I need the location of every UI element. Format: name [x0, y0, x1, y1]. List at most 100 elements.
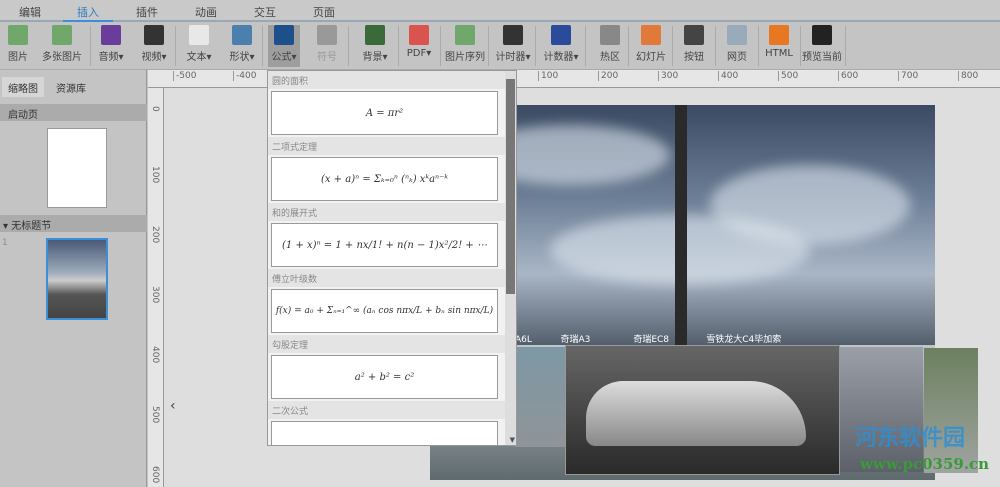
palm-background-icon: [365, 25, 385, 45]
divider: [440, 26, 441, 66]
divider: [585, 26, 586, 66]
ribbon-button-8[interactable]: 背景▾: [360, 25, 390, 67]
caption-ec8[interactable]: 奇瑞EC8: [633, 335, 669, 345]
ribbon-button-6[interactable]: 公式▾: [268, 25, 300, 67]
left-panel: 缩略图 资源库 启动页 ▾ 无标题节 1: [0, 70, 147, 487]
tab-page[interactable]: 页面: [299, 4, 349, 20]
ribbon-button-label: HTML: [765, 48, 793, 59]
image-sequence-icon: [455, 25, 475, 45]
ribbon-button-label: 热区: [600, 52, 620, 63]
ruler-label: 200: [598, 71, 618, 81]
ruler-label: 200: [150, 226, 160, 244]
ribbon-button-10[interactable]: 图片序列: [444, 25, 486, 67]
formula-category: 和的展开式: [268, 203, 516, 221]
ribbon-button-label: 按钮: [684, 52, 704, 63]
formula-item[interactable]: (1 + x)ⁿ = 1 + nx/1! + n(n − 1)x²/2! + ⋯: [271, 223, 498, 267]
ribbon-button-label: 多张图片: [42, 52, 82, 63]
tab-thumbnails[interactable]: 缩略图: [2, 77, 44, 97]
ribbon-toolbar: 图片 多张图片 音频▾ 视频▾ 文本▾ 形状▾ 公式▾ 符号 背景▾ PDF▾ 图片序列 计时器▾ 计数…: [0, 22, 1000, 70]
ribbon-button-7[interactable]: 符号: [312, 25, 342, 67]
section-header[interactable]: ▾ 无标题节: [0, 215, 147, 232]
divider: [348, 26, 349, 66]
formula-category: 勾股定理: [268, 335, 516, 353]
car-slide-right[interactable]: [838, 347, 923, 472]
ribbon-button-3[interactable]: 视频▾: [138, 25, 170, 67]
touch-icon: [600, 25, 620, 45]
ribbon-button-2[interactable]: 音频▾: [96, 25, 126, 67]
divider: [672, 26, 673, 66]
ribbon-button-15[interactable]: 按钮: [680, 25, 708, 67]
tab-animation[interactable]: 动画: [181, 4, 231, 20]
page-1-thumbnail[interactable]: [46, 238, 108, 320]
ribbon-button-1[interactable]: 多张图片: [42, 25, 82, 67]
scroll-down-arrow-icon[interactable]: ▼: [510, 436, 515, 444]
formula-dropdown: 圆的面积 A = πr² 二项式定理 (x + a)ⁿ = Σₖ₌₀ⁿ (ⁿₖ) xᵏ…: [267, 70, 517, 446]
music-note-icon: [101, 25, 121, 45]
divider: [628, 26, 629, 66]
html5-icon: [769, 25, 789, 45]
watermark-logo: 河东软件园: [855, 426, 966, 451]
tab-insert[interactable]: 插入: [63, 4, 113, 22]
multi-image-icon: [52, 25, 72, 45]
ribbon-button-label: 图片序列: [445, 52, 485, 63]
ribbon-button-label: 预览当前: [802, 52, 842, 63]
formula-item[interactable]: (x + a)ⁿ = Σₖ₌₀ⁿ (ⁿₖ) xᵏaⁿ⁻ᵏ: [271, 157, 498, 201]
menu-tabs: 编辑 插入 插件 动画 交互 页面: [0, 0, 1000, 22]
collapse-left-icon[interactable]: ‹: [170, 398, 176, 414]
car-slide-center[interactable]: [565, 345, 840, 475]
ribbon-button-14[interactable]: 幻灯片: [634, 25, 668, 67]
divider: [758, 26, 759, 66]
ruler-label: 100: [538, 71, 558, 81]
divider: [90, 26, 91, 66]
ruler-label: -400: [233, 71, 256, 81]
ribbon-button-5[interactable]: 形状▾: [226, 25, 258, 67]
url-icon: [727, 25, 747, 45]
formula-item[interactable]: A = πr²: [271, 91, 498, 135]
ribbon-button-4[interactable]: 文本▾: [184, 25, 214, 67]
vertical-ruler: 0 100 200 300 400 500 600: [148, 88, 164, 487]
ribbon-button-13[interactable]: 热区: [596, 25, 624, 67]
ribbon-button-11[interactable]: 计时器▾: [495, 25, 531, 67]
formula-item[interactable]: a² + b² = c²: [271, 355, 498, 399]
stopwatch-icon: [503, 25, 523, 45]
divider: [262, 26, 263, 66]
ruler-label: 800: [958, 71, 978, 81]
formula-category: 傅立叶级数: [268, 269, 516, 287]
button-hand-icon: [684, 25, 704, 45]
caption-a6l[interactable]: A6L: [515, 335, 532, 345]
ribbon-button-9[interactable]: PDF▾: [404, 25, 434, 67]
ruler-label: 0: [150, 106, 160, 112]
start-page-thumbnail[interactable]: [47, 128, 107, 208]
ribbon-button-18[interactable]: 预览当前: [802, 25, 842, 67]
divider: [398, 26, 399, 66]
tab-interaction[interactable]: 交互: [240, 4, 290, 20]
ruler-label: 400: [150, 346, 160, 364]
car-slide-left[interactable]: [515, 347, 570, 447]
ribbon-button-label: 背景▾: [362, 52, 388, 63]
ruler-label: -500: [173, 71, 196, 81]
tablet-icon: [812, 25, 832, 45]
divider: [800, 26, 801, 66]
caption-c4[interactable]: 雪铁龙大C4毕加索: [706, 335, 781, 345]
ribbon-button-label: 计时器▾: [495, 52, 531, 63]
ruler-label: 300: [150, 286, 160, 304]
tab-library[interactable]: 资源库: [50, 77, 92, 97]
tab-plugins[interactable]: 插件: [122, 4, 172, 20]
sigma-icon: [274, 25, 294, 45]
ribbon-button-0[interactable]: 图片: [4, 25, 32, 67]
ribbon-button-17[interactable]: HTML: [764, 25, 794, 67]
caption-a3[interactable]: 奇瑞A3: [561, 335, 591, 345]
image-icon: [8, 25, 28, 45]
start-page-header: 启动页: [0, 104, 147, 121]
ribbon-button-label: PDF▾: [406, 48, 432, 59]
car-captions: A6L 奇瑞A3 奇瑞EC8 雪铁龙大C4毕加索: [515, 332, 781, 345]
formula-item[interactable]: [271, 421, 498, 445]
ribbon-button-12[interactable]: 计数器▾: [542, 25, 580, 67]
divider: [715, 26, 716, 66]
scrollbar-thumb[interactable]: [506, 79, 515, 294]
car-image: [586, 381, 806, 446]
formula-item[interactable]: f(x) = a₀ + Σₙ₌₁^∞ (aₙ cos nπx/L + bₙ si…: [271, 289, 498, 333]
tab-edit[interactable]: 编辑: [5, 4, 55, 20]
divider: [535, 26, 536, 66]
ribbon-button-16[interactable]: 网页: [722, 25, 752, 67]
